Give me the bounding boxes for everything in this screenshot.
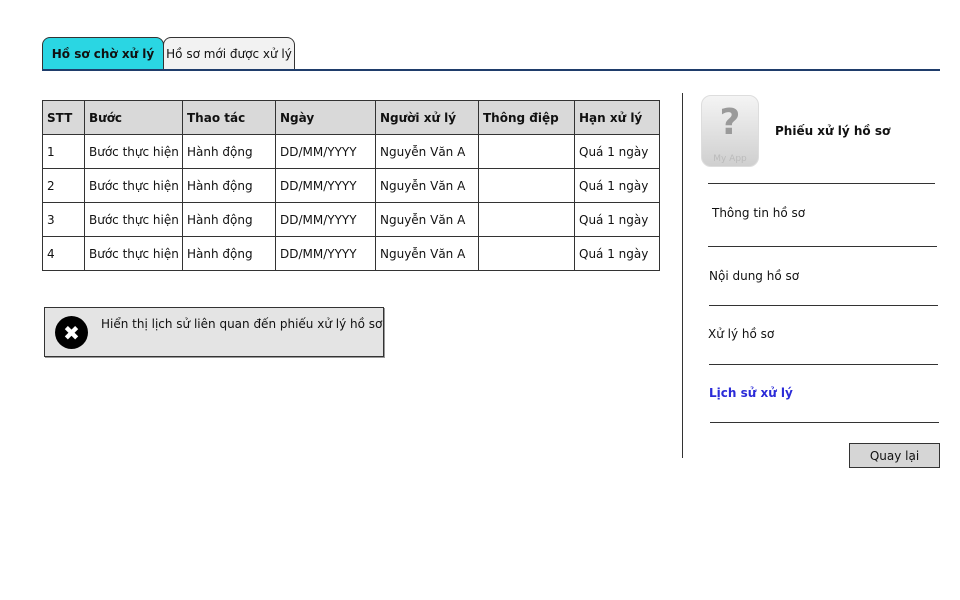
- cell-action: Hành động: [182, 168, 276, 203]
- menu-item-dossier-content[interactable]: Nội dung hồ sơ: [709, 269, 799, 283]
- cell-step: Bước thực hiện: [84, 236, 183, 271]
- cell-stt: 1: [42, 134, 85, 169]
- cell-handler: Nguyễn Văn A: [375, 134, 479, 169]
- cell-message: [478, 202, 575, 237]
- cell-action: Hành động: [182, 236, 276, 271]
- history-info-alert: ✖ Hiển thị lịch sử liên quan đến phiếu x…: [44, 307, 384, 357]
- cell-handler: Nguyễn Văn A: [375, 236, 479, 271]
- column-header-deadline: Hạn xử lý: [574, 100, 660, 135]
- cell-deadline: Quá 1 ngày: [574, 168, 660, 203]
- menu-item-dossier-processing[interactable]: Xử lý hồ sơ: [708, 327, 774, 341]
- tab-underline: [42, 69, 940, 71]
- close-icon[interactable]: ✖: [55, 316, 88, 349]
- cell-date: DD/MM/YYYY: [275, 168, 376, 203]
- table-row[interactable]: 2 Bước thực hiện Hành động DD/MM/YYYY Ng…: [42, 168, 660, 203]
- question-mark-icon: ?: [719, 102, 741, 143]
- column-header-action: Thao tác: [182, 100, 276, 135]
- menu-divider: [709, 364, 938, 365]
- cell-message: [478, 236, 575, 271]
- table-row[interactable]: 3 Bước thực hiện Hành động DD/MM/YYYY Ng…: [42, 202, 660, 237]
- cell-action: Hành động: [182, 134, 276, 169]
- cell-date: DD/MM/YYYY: [275, 202, 376, 237]
- cell-date: DD/MM/YYYY: [275, 134, 376, 169]
- cell-message: [478, 168, 575, 203]
- cell-step: Bước thực hiện: [84, 168, 183, 203]
- tab-newly-processed-dossiers[interactable]: Hồ sơ mới được xử lý: [163, 37, 295, 69]
- cell-action: Hành động: [182, 202, 276, 237]
- cell-stt: 4: [42, 236, 85, 271]
- menu-item-processing-history[interactable]: Lịch sử xử lý: [709, 386, 793, 400]
- cell-deadline: Quá 1 ngày: [574, 134, 660, 169]
- menu-divider: [708, 183, 935, 184]
- back-button[interactable]: Quay lại: [849, 443, 940, 468]
- cell-date: DD/MM/YYYY: [275, 236, 376, 271]
- history-table: STT Bước Thao tác Ngày Người xử lý Thông…: [42, 100, 660, 271]
- table-row[interactable]: 4 Bước thực hiện Hành động DD/MM/YYYY Ng…: [42, 236, 660, 271]
- column-header-message: Thông điệp: [478, 100, 575, 135]
- menu-divider: [708, 246, 937, 247]
- tab-pending-dossiers[interactable]: Hồ sơ chờ xử lý: [42, 37, 164, 70]
- app-icon-caption: My App: [713, 154, 747, 164]
- table-row[interactable]: 1 Bước thực hiện Hành động DD/MM/YYYY Ng…: [42, 134, 660, 169]
- cell-deadline: Quá 1 ngày: [574, 236, 660, 271]
- cell-step: Bước thực hiện: [84, 134, 183, 169]
- tab-pending-label: Hồ sơ chờ xử lý: [51, 47, 155, 61]
- back-button-label: Quay lại: [869, 448, 920, 463]
- cell-handler: Nguyễn Văn A: [375, 168, 479, 203]
- column-header-date: Ngày: [275, 100, 376, 135]
- cell-step: Bước thực hiện: [84, 202, 183, 237]
- panel-divider: [682, 93, 683, 458]
- cell-stt: 3: [42, 202, 85, 237]
- column-header-handler: Người xử lý: [375, 100, 479, 135]
- table-header-row: STT Bước Thao tác Ngày Người xử lý Thông…: [42, 100, 660, 135]
- cell-deadline: Quá 1 ngày: [574, 202, 660, 237]
- cell-stt: 2: [42, 168, 85, 203]
- panel-title: Phiếu xử lý hồ sơ: [775, 124, 891, 138]
- menu-divider: [709, 305, 938, 306]
- menu-divider: [710, 422, 939, 423]
- menu-item-dossier-info[interactable]: Thông tin hồ sơ: [712, 206, 805, 220]
- cell-message: [478, 134, 575, 169]
- tab-new-label: Hồ sơ mới được xử lý: [166, 46, 292, 61]
- app-placeholder-icon: ? My App: [701, 95, 759, 167]
- alert-message: Hiển thị lịch sử liên quan đến phiếu xử …: [101, 317, 383, 331]
- column-header-step: Bước: [84, 100, 183, 135]
- column-header-stt: STT: [42, 100, 85, 135]
- cell-handler: Nguyễn Văn A: [375, 202, 479, 237]
